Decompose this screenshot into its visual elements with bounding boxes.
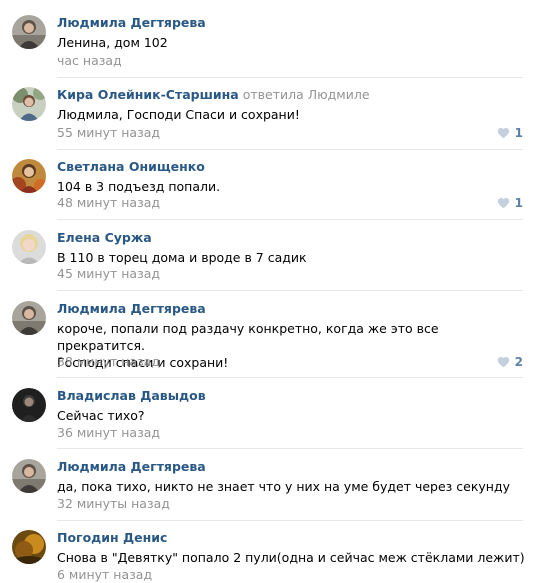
comment-time[interactable]: 38 минут назад xyxy=(57,354,160,370)
avatar-photo-lyudmila xyxy=(12,459,46,493)
comment-header: Светлана Онищенко xyxy=(57,159,205,175)
divider xyxy=(57,520,523,521)
comment-time[interactable]: 48 минут назад xyxy=(57,195,160,211)
comment-time[interactable]: 55 минут назад xyxy=(57,125,160,141)
comment-text-line: короче, попали под раздачу конкретно, ко… xyxy=(57,321,439,353)
avatar[interactable] xyxy=(12,301,46,335)
avatar[interactable] xyxy=(12,15,46,49)
divider xyxy=(57,377,523,378)
avatar-photo-vladislav xyxy=(12,388,46,422)
author-name[interactable]: Людмила Дегтярева xyxy=(57,15,206,30)
divider xyxy=(57,149,523,150)
avatar[interactable] xyxy=(12,159,46,193)
comment-item: Владислав Давыдов Сейчас тихо? 36 минут … xyxy=(0,388,541,448)
comment-item: Людмила Дегтярева Ленина, дом 102 час на… xyxy=(0,15,541,75)
comment-item: Погодин Денис Снова в "Девятку" попало 2… xyxy=(0,530,541,582)
comment-item: Людмила Дегтярева да, пока тихо, никто н… xyxy=(0,459,541,519)
comment-text: В 110 в торец дома и вроде в 7 садик xyxy=(57,249,527,266)
avatar-photo-svetlana xyxy=(12,159,46,193)
comment-text-line: В 110 в торец дома и вроде в 7 садик xyxy=(57,250,307,265)
comment-item: Елена Суржа В 110 в торец дома и вроде в… xyxy=(0,230,541,290)
comment-text: 104 в 3 подъезд попали. xyxy=(57,178,527,195)
avatar[interactable] xyxy=(12,388,46,422)
author-name[interactable]: Елена Суржа xyxy=(57,230,152,245)
reply-to-label[interactable]: ответила Людмиле xyxy=(243,87,370,102)
avatar[interactable] xyxy=(12,459,46,493)
like-button[interactable]: 1 xyxy=(497,195,523,211)
comment-time[interactable]: 45 минут назад xyxy=(57,266,160,282)
comment-time[interactable]: 32 минуты назад xyxy=(57,496,170,512)
avatar-photo-denis xyxy=(12,530,46,564)
comment-text-line: Снова в "Девятку" попало 2 пули(одна и с… xyxy=(57,550,525,565)
heart-icon xyxy=(497,198,509,209)
comment-text: Людмила, Господи Спаси и сохрани! xyxy=(57,106,527,123)
avatar[interactable] xyxy=(12,87,46,121)
divider xyxy=(57,219,523,220)
comment-header: Людмила Дегтярева xyxy=(57,459,206,475)
like-button[interactable]: 1 xyxy=(497,125,523,141)
comment-header: Елена Суржа xyxy=(57,230,152,246)
comment-text-line: Ленина, дом 102 xyxy=(57,35,168,50)
comment-text: да, пока тихо, никто не знает что у них … xyxy=(57,478,527,495)
comment-text-line: Людмила, Господи Спаси и сохрани! xyxy=(57,107,300,122)
comment-header: Погодин Денис xyxy=(57,530,167,546)
like-count: 2 xyxy=(514,355,523,369)
comment-header: Владислав Давыдов xyxy=(57,388,206,404)
divider xyxy=(57,448,523,449)
avatar-photo-elena xyxy=(12,230,46,264)
comment-item: Людмила Дегтярева короче, попали под раз… xyxy=(0,301,541,376)
author-name[interactable]: Кира Олейник-Старшина xyxy=(57,87,239,102)
author-name[interactable]: Светлана Онищенко xyxy=(57,159,205,174)
comment-header: Людмила Дегтярева xyxy=(57,15,206,31)
comment-item: Кира Олейник-Старшина ответила Людмиле Лю… xyxy=(0,87,541,147)
avatar[interactable] xyxy=(12,530,46,564)
comment-header: Людмила Дегтярева xyxy=(57,301,206,317)
heart-icon xyxy=(497,128,509,139)
comment-text-line: Сейчас тихо? xyxy=(57,408,145,423)
avatar-photo-kira xyxy=(12,87,46,121)
avatar[interactable] xyxy=(12,230,46,264)
divider xyxy=(57,77,523,78)
like-button[interactable]: 2 xyxy=(497,354,523,370)
comment-text: Снова в "Девятку" попало 2 пули(одна и с… xyxy=(57,549,527,566)
comment-text-line: да, пока тихо, никто не знает что у них … xyxy=(57,479,511,494)
comment-text: Ленина, дом 102 xyxy=(57,34,527,51)
author-name[interactable]: Погодин Денис xyxy=(57,530,167,545)
comment-time[interactable]: час назад xyxy=(57,53,122,69)
author-name[interactable]: Людмила Дегтярева xyxy=(57,301,206,316)
heart-icon xyxy=(497,357,509,368)
comment-text: Сейчас тихо? xyxy=(57,407,527,424)
comment-item: Светлана Онищенко 104 в 3 подъезд попали… xyxy=(0,159,541,219)
comment-header: Кира Олейник-Старшина ответила Людмиле xyxy=(57,87,370,103)
avatar-photo-lyudmila xyxy=(12,15,46,49)
avatar-photo-lyudmila xyxy=(12,301,46,335)
divider xyxy=(57,290,523,291)
like-count: 1 xyxy=(514,126,523,140)
comment-text-line: 104 в 3 подъезд попали. xyxy=(57,179,221,194)
author-name[interactable]: Людмила Дегтярева xyxy=(57,459,206,474)
author-name[interactable]: Владислав Давыдов xyxy=(57,388,206,403)
comment-time[interactable]: 36 минут назад xyxy=(57,425,160,441)
like-count: 1 xyxy=(514,196,523,210)
